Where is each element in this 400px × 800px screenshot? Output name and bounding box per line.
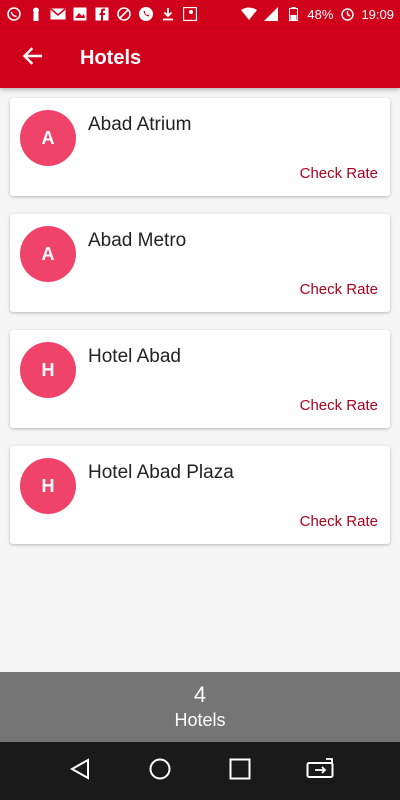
blocked-icon <box>116 6 132 22</box>
whatsapp-icon <box>6 6 22 22</box>
system-indicators: 48% 19:09 <box>241 6 394 22</box>
check-rate-button[interactable]: Check Rate <box>300 513 378 530</box>
hotel-name: Abad Metro <box>88 230 187 251</box>
clock-icon <box>339 6 355 22</box>
screen-rotate-icon <box>306 757 334 785</box>
arrow-back-icon <box>22 46 43 70</box>
hotel-name: Hotel Abad <box>88 346 181 367</box>
hotel-avatar: H <box>20 342 76 398</box>
hotel-name: Abad Atrium <box>88 114 192 135</box>
wifi-icon <box>241 6 258 22</box>
notification-icons <box>6 6 198 22</box>
triangle-back-icon <box>69 757 90 785</box>
square-recents-icon <box>229 758 251 785</box>
nav-screen-rotate-button[interactable] <box>300 751 340 791</box>
clock-time: 19:09 <box>361 6 394 22</box>
battery-icon <box>285 6 301 22</box>
battery-percent: 48% <box>307 6 334 22</box>
system-nav-bar <box>0 742 400 800</box>
image-icon <box>72 6 88 22</box>
nav-home-button[interactable] <box>140 751 180 791</box>
hotel-name: Hotel Abad Plaza <box>88 462 234 483</box>
hotel-count-label: Hotels <box>174 710 226 730</box>
check-rate-button[interactable]: Check Rate <box>300 397 378 414</box>
signal-icon <box>263 6 279 22</box>
check-rate-button[interactable]: Check Rate <box>300 281 378 298</box>
hotel-avatar: A <box>20 226 76 282</box>
hotel-card[interactable]: A Abad Metro Check Rate <box>10 214 390 312</box>
hotel-count-footer: 4 Hotels <box>0 672 400 742</box>
phone-icon <box>138 6 154 22</box>
hotel-card[interactable]: A Abad Atrium Check Rate <box>10 98 390 196</box>
nav-back-button[interactable] <box>60 751 100 791</box>
facebook-icon <box>94 6 110 22</box>
download-icon <box>160 6 176 22</box>
mail-icon <box>50 6 66 22</box>
hotel-card[interactable]: H Hotel Abad Plaza Check Rate <box>10 446 390 544</box>
back-button[interactable] <box>0 28 64 88</box>
hotel-avatar: H <box>20 458 76 514</box>
status-bar: 48% 19:09 <box>0 0 400 28</box>
check-rate-button[interactable]: Check Rate <box>300 165 378 182</box>
hotel-count: 4 <box>193 682 207 707</box>
circle-home-icon <box>149 758 171 785</box>
page-title: Hotels <box>80 46 142 69</box>
hotel-card[interactable]: H Hotel Abad Check Rate <box>10 330 390 428</box>
app-bar: Hotels <box>0 28 400 88</box>
person-icon <box>28 6 44 22</box>
nav-recents-button[interactable] <box>220 751 260 791</box>
hotel-avatar: A <box>20 110 76 166</box>
location-icon <box>182 6 198 22</box>
